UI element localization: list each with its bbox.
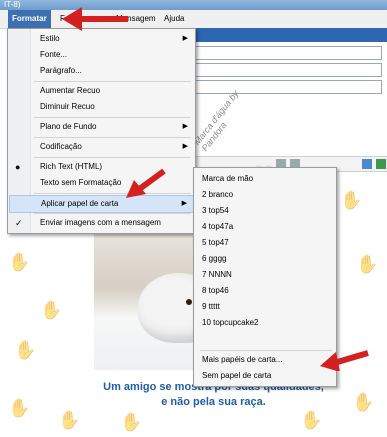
menubar: Formatar F Mensagem Ajuda <box>0 10 387 29</box>
toolbar <box>192 28 387 42</box>
hand-decoration-icon: ✋ <box>14 340 37 360</box>
stationery-item[interactable]: 7 NNNN <box>195 267 335 283</box>
quote-line-2: e não pela sua raça. <box>161 396 266 408</box>
cc-field[interactable] <box>194 63 382 77</box>
no-stationery-item[interactable]: Sem papel de carta <box>195 368 335 384</box>
stationery-item[interactable]: 2 branco <box>195 187 335 203</box>
stationery-item[interactable]: 8 top46 <box>195 283 335 299</box>
menu-item-plano-de-fundo[interactable]: Plano de Fundo ▶ <box>9 119 194 135</box>
menu-item-fonte[interactable]: Fonte... <box>9 47 194 63</box>
menu-item-estilo[interactable]: Estilo ▶ <box>9 31 194 47</box>
stationery-item[interactable]: Marca de mão <box>195 171 335 187</box>
menu-separator <box>34 81 191 82</box>
stationery-item[interactable]: 9 ttttt <box>195 299 335 315</box>
stationery-item[interactable]: 5 top47 <box>195 235 335 251</box>
menu-separator <box>34 213 191 214</box>
menu-separator <box>200 350 332 351</box>
menu-ajuda[interactable]: Ajuda <box>160 10 188 28</box>
link-icon[interactable] <box>362 159 372 169</box>
hand-decoration-icon: ✋ <box>356 254 379 274</box>
hand-decoration-icon: ✋ <box>8 252 31 272</box>
menu-item-paragrafo[interactable]: Parágrafo... <box>9 63 194 79</box>
submenu-arrow-icon: ▶ <box>182 143 188 150</box>
picture-icon[interactable] <box>376 159 386 169</box>
menu-separator <box>34 117 191 118</box>
stationery-item[interactable]: 6 gggg <box>195 251 335 267</box>
stationery-item[interactable]: 10 topcupcake2 <box>195 315 335 331</box>
subject-field[interactable] <box>194 80 382 94</box>
menu-item-aumentar-recuo[interactable]: Aumentar Recuo <box>9 83 194 99</box>
hand-decoration-icon: ✋ <box>340 190 363 210</box>
format-menu: Estilo ▶ Fonte... Parágrafo... Aumentar … <box>7 28 196 234</box>
checkmark-icon: ✓ <box>15 218 23 228</box>
menu-item-diminuir-recuo[interactable]: Diminuir Recuo <box>9 99 194 115</box>
stationery-item[interactable]: 3 top54 <box>195 203 335 219</box>
menu-item-enviar-imagens[interactable]: ✓ Enviar imagens com a mensagem <box>9 215 194 231</box>
window-title: IT-8) <box>4 0 21 9</box>
red-arrow-icon <box>320 350 369 371</box>
menu-separator <box>34 137 191 138</box>
menu-separator <box>34 157 191 158</box>
submenu-arrow-icon: ▶ <box>181 200 187 207</box>
stationery-item[interactable]: 4 top47a <box>195 219 335 235</box>
window-titlebar: IT-8) <box>0 0 387 10</box>
hand-decoration-icon: ✋ <box>120 412 143 432</box>
red-arrow-icon <box>126 168 166 198</box>
hand-decoration-icon: ✋ <box>300 410 323 430</box>
hand-decoration-icon: ✋ <box>40 300 63 320</box>
stationery-submenu: Marca de mão 2 branco 3 top54 4 top47a 5… <box>193 167 337 387</box>
more-stationery-item[interactable]: Mais papéis de carta... <box>195 352 335 368</box>
submenu-arrow-icon: ▶ <box>182 35 188 42</box>
menu-formatar[interactable]: Formatar <box>8 10 51 28</box>
submenu-arrow-icon: ▶ <box>182 123 188 130</box>
to-field[interactable] <box>194 46 382 60</box>
radio-dot-icon: ● <box>15 162 21 172</box>
hand-decoration-icon: ✋ <box>58 410 81 430</box>
red-arrow-icon <box>62 7 128 31</box>
hand-decoration-icon: ✋ <box>8 398 31 418</box>
menu-item-codificacao[interactable]: Codificação ▶ <box>9 139 194 155</box>
